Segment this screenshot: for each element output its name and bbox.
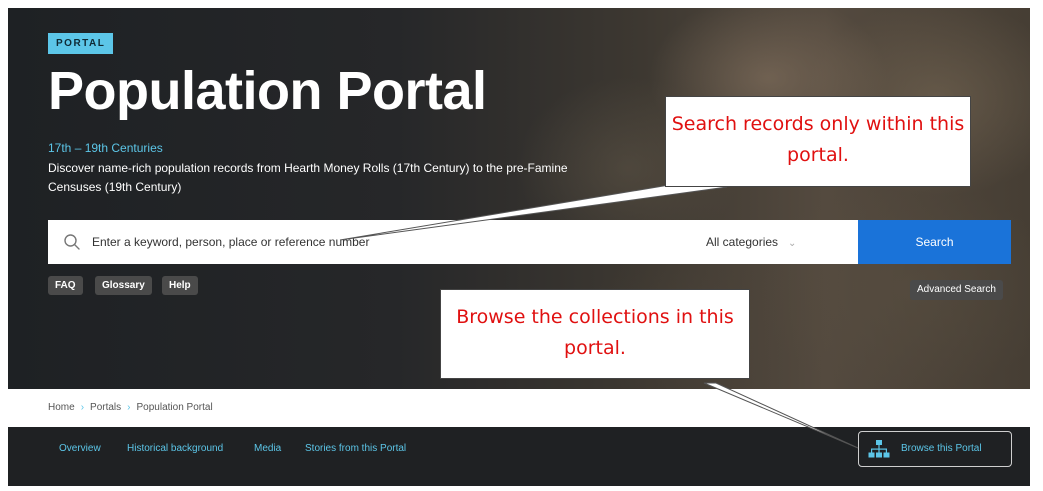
nav-historical-background[interactable]: Historical background bbox=[127, 427, 223, 471]
chevron-right-icon: › bbox=[80, 402, 85, 413]
nav-media[interactable]: Media bbox=[254, 427, 281, 471]
breadcrumb: Home › Portals › Population Portal bbox=[8, 389, 1030, 427]
page-title: Population Portal bbox=[48, 61, 487, 121]
breadcrumb-portals[interactable]: Portals bbox=[90, 402, 121, 413]
advanced-search-button[interactable]: Advanced Search bbox=[910, 280, 1003, 300]
breadcrumb-home[interactable]: Home bbox=[48, 402, 75, 413]
search-icon bbox=[64, 234, 80, 250]
century-range: 17th – 19th Centuries bbox=[48, 141, 163, 155]
browse-portal-label: Browse this Portal bbox=[901, 443, 982, 454]
glossary-link[interactable]: Glossary bbox=[95, 276, 152, 295]
search-input[interactable] bbox=[92, 220, 652, 264]
search-callout: Search records only within this portal. bbox=[665, 96, 971, 187]
search-bar: All categories ⌄ bbox=[48, 220, 858, 264]
help-link[interactable]: Help bbox=[162, 276, 198, 295]
portal-badge: PORTAL bbox=[48, 33, 114, 54]
search-button[interactable]: Search bbox=[858, 220, 1011, 264]
sitemap-icon bbox=[868, 440, 890, 458]
faq-link[interactable]: FAQ bbox=[48, 276, 83, 295]
nav-stories[interactable]: Stories from this Portal bbox=[305, 427, 406, 471]
nav-overview[interactable]: Overview bbox=[59, 427, 101, 471]
portal-page: PORTAL Population Portal 17th – 19th Cen… bbox=[8, 8, 1030, 486]
breadcrumb-current: Population Portal bbox=[136, 402, 213, 413]
portal-description: Discover name-rich population records fr… bbox=[48, 161, 568, 194]
browse-portal-button[interactable]: Browse this Portal bbox=[858, 431, 1012, 467]
browse-callout: Browse the collections in this portal. bbox=[440, 289, 750, 379]
chevron-down-icon: ⌄ bbox=[788, 238, 797, 249]
category-value: All categories bbox=[706, 235, 779, 249]
chevron-right-icon: › bbox=[127, 402, 131, 413]
category-select[interactable]: All categories ⌄ bbox=[706, 220, 796, 264]
